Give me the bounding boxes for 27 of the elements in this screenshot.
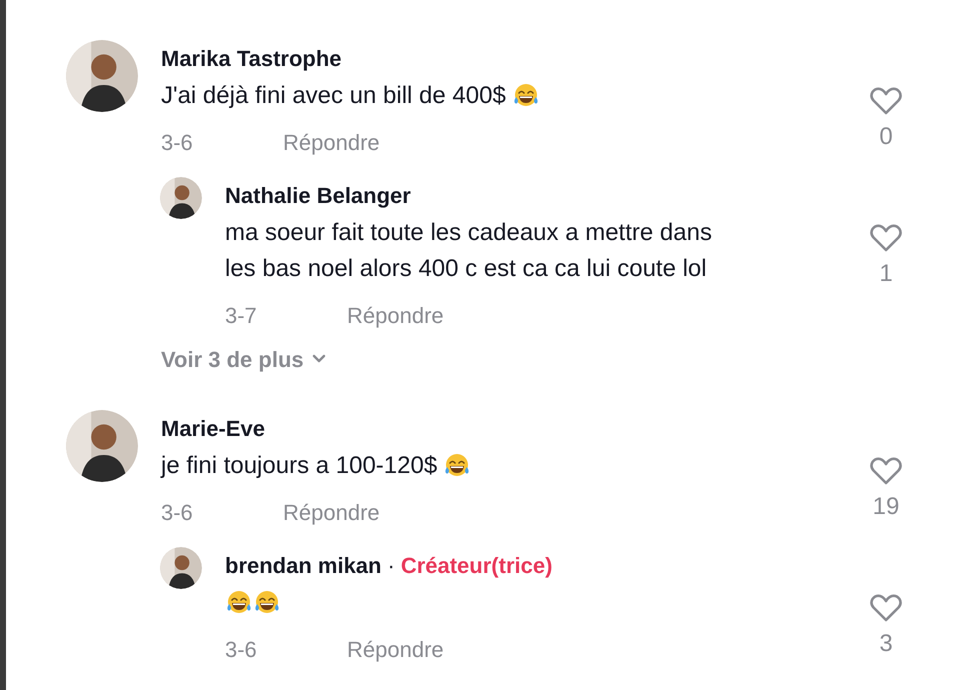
like-count: 0 xyxy=(879,122,893,152)
heart-icon[interactable] xyxy=(869,456,903,486)
comment-date: 3-6 xyxy=(161,128,194,156)
comment-date: 3-6 xyxy=(225,636,258,664)
author-name: Nathalie Belanger xyxy=(225,182,411,210)
heart-icon[interactable] xyxy=(869,593,903,623)
comment-text: J'ai déjà fini avec un bill de 400$ xyxy=(161,81,506,111)
comment-date: 3-6 xyxy=(161,498,194,526)
like-count: 19 xyxy=(872,492,900,522)
like-count: 1 xyxy=(879,259,893,289)
comment-text: je fini toujours a 100-120$ xyxy=(161,451,438,481)
reply-link[interactable]: Répondre xyxy=(347,298,444,332)
reply-link[interactable]: Répondre xyxy=(283,496,380,528)
more-replies-link[interactable]: Voir 3 de plus xyxy=(161,344,326,374)
comment-date: 3-7 xyxy=(225,302,258,330)
reply-link[interactable]: Répondre xyxy=(347,632,444,666)
like-count: 3 xyxy=(879,629,893,659)
separator-dot: · xyxy=(387,552,395,580)
author-name: Marie-Eve xyxy=(161,414,265,442)
author-name: brendan mikan xyxy=(225,552,382,580)
reply-link[interactable]: Répondre xyxy=(283,126,380,158)
comment-text: ma soeur fait toute les cadeaux a mettre dans les bas noel alors 400 c est ca ca lui coute lol xyxy=(225,218,713,284)
creator-label: Créateur(trice) xyxy=(400,552,552,580)
chevron-down-icon xyxy=(312,354,326,364)
heart-icon[interactable] xyxy=(869,86,903,116)
heart-icon[interactable] xyxy=(869,223,903,253)
author-name: Marika Tastrophe xyxy=(161,44,342,73)
